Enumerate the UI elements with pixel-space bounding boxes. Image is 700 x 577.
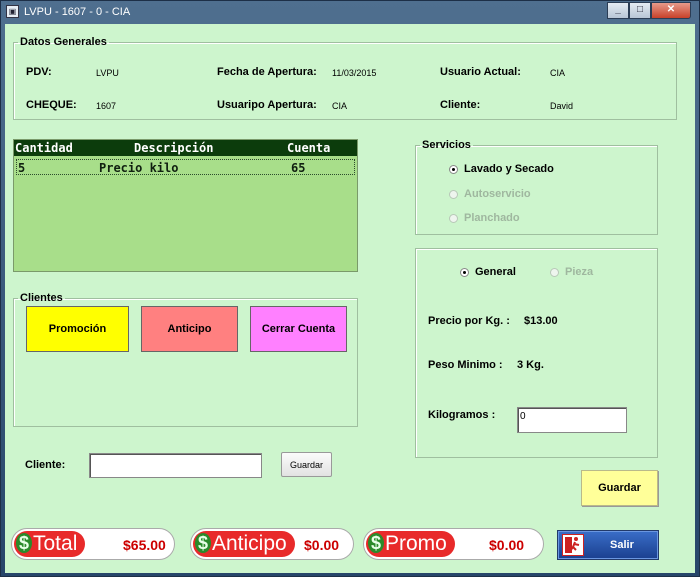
- radio-label: Autoservicio: [464, 188, 531, 200]
- radio-label: Pieza: [565, 266, 594, 278]
- grid-header: Cantidad Descripción Cuenta: [14, 140, 357, 156]
- usuario-actual-value: CIA: [550, 68, 566, 78]
- radio-dot: [460, 267, 469, 277]
- servicios-group: Servicios Lavado y Secado Autoservicio P…: [415, 139, 658, 235]
- fecha-apertura-label: Fecha de Apertura:: [217, 66, 317, 78]
- datos-generales-legend: Datos Generales: [20, 36, 107, 48]
- app-icon: ▣: [6, 5, 19, 18]
- cliente-label: Cliente:: [440, 99, 481, 111]
- usuario-actual-label: Usuario Actual:: [440, 66, 521, 78]
- cliente-value: David: [550, 101, 574, 111]
- row-cuenta: 65: [291, 161, 306, 175]
- anticipo-total-label: Anticipo: [212, 532, 287, 555]
- promo-pill: $ Promo $0.00: [363, 528, 544, 560]
- datos-generales-group: Datos Generales PDV: LVPU Fecha de Apert…: [13, 36, 677, 120]
- radio-dot: [449, 164, 458, 174]
- grid-header-cuenta[interactable]: Cuenta: [287, 141, 330, 155]
- window-controls: _ □ ✕: [607, 2, 691, 19]
- kilogramos-label: Kilogramos :: [428, 409, 496, 421]
- radio-label: General: [475, 266, 516, 278]
- radio-planchado[interactable]: Planchado: [449, 212, 520, 224]
- anticipo-button[interactable]: Anticipo: [141, 306, 238, 352]
- anticipo-label-badge: $ Anticipo: [193, 531, 295, 557]
- cliente-input[interactable]: [89, 453, 262, 478]
- cerrar-cuenta-button[interactable]: Cerrar Cuenta: [250, 306, 347, 352]
- title-bar[interactable]: ▣ LVPU - 1607 - 0 - CIA _ □ ✕: [1, 1, 699, 23]
- promo-label: Promo: [385, 532, 447, 555]
- radio-pieza[interactable]: Pieza: [550, 266, 593, 278]
- radio-label: Lavado y Secado: [464, 163, 554, 175]
- cheque-value: 1607: [96, 101, 117, 111]
- app-window: ▣ LVPU - 1607 - 0 - CIA _ □ ✕ Datos Gene…: [0, 0, 700, 577]
- table-row[interactable]: 5 Precio kilo 65: [16, 159, 355, 175]
- pdv-label: PDV:: [26, 66, 52, 78]
- row-descripcion: Precio kilo: [99, 161, 179, 175]
- minimize-button[interactable]: _: [607, 2, 629, 19]
- dollar-icon: $: [195, 533, 211, 553]
- radio-general[interactable]: General: [460, 266, 516, 278]
- row-cantidad: 5: [18, 161, 26, 175]
- total-value: $65.00: [123, 537, 166, 553]
- grid-header-descripcion[interactable]: Descripción: [134, 141, 213, 155]
- promo-value: $0.00: [489, 537, 525, 553]
- promo-label-badge: $ Promo: [366, 531, 455, 557]
- total-label: Total: [33, 532, 78, 555]
- fecha-apertura-value: 11/03/2015: [332, 68, 377, 78]
- total-label-badge: $ Total: [14, 531, 86, 557]
- grid-header-cantidad[interactable]: Cantidad: [15, 141, 73, 155]
- exit-running-man-icon: [562, 534, 584, 556]
- items-grid[interactable]: Cantidad Descripción Cuenta 5 Precio kil…: [13, 139, 358, 272]
- radio-autoservicio[interactable]: Autoservicio: [449, 188, 531, 200]
- close-button[interactable]: ✕: [651, 2, 691, 19]
- usuario-apertura-label: Usuaripo Apertura:: [217, 99, 317, 111]
- cheque-label: CHEQUE:: [26, 99, 77, 111]
- total-pill: $ Total $65.00: [11, 528, 175, 560]
- servicios-legend: Servicios: [422, 139, 471, 151]
- client-area: Datos Generales PDV: LVPU Fecha de Apert…: [5, 24, 695, 573]
- guardar-button[interactable]: Guardar: [581, 470, 658, 506]
- anticipo-pill: $ Anticipo $0.00: [190, 528, 354, 560]
- maximize-button[interactable]: □: [629, 2, 651, 19]
- dollar-icon: $: [368, 533, 384, 553]
- guardar-cliente-button[interactable]: Guardar: [281, 452, 332, 477]
- anticipo-value: $0.00: [304, 537, 340, 553]
- cliente-form-label: Cliente:: [25, 459, 66, 471]
- radio-dot: [550, 267, 559, 277]
- peso-minimo-label: Peso Minimo :: [428, 359, 503, 371]
- kilogramos-input[interactable]: 0: [517, 407, 627, 433]
- precio-kg-value: $13.00: [524, 315, 558, 327]
- promocion-button[interactable]: Promoción: [26, 306, 129, 352]
- precio-kg-label: Precio por Kg. :: [428, 315, 510, 327]
- salir-label: Salir: [610, 539, 634, 551]
- clientes-group: Clientes Promoción Anticipo Cerrar Cuent…: [13, 292, 358, 427]
- dollar-icon: $: [16, 533, 32, 553]
- radio-dot: [449, 189, 458, 199]
- pdv-value: LVPU: [96, 68, 119, 78]
- pricing-group: General Pieza Precio por Kg. : $13.00 Pe…: [415, 248, 658, 458]
- radio-label: Planchado: [464, 212, 520, 224]
- clientes-legend: Clientes: [20, 292, 63, 304]
- radio-dot: [449, 213, 458, 223]
- radio-lavado-secado[interactable]: Lavado y Secado: [449, 163, 554, 175]
- salir-button[interactable]: Salir: [557, 530, 659, 560]
- usuario-apertura-value: CIA: [332, 101, 348, 111]
- peso-minimo-value: 3 Kg.: [517, 359, 544, 371]
- window-title: LVPU - 1607 - 0 - CIA: [24, 6, 131, 18]
